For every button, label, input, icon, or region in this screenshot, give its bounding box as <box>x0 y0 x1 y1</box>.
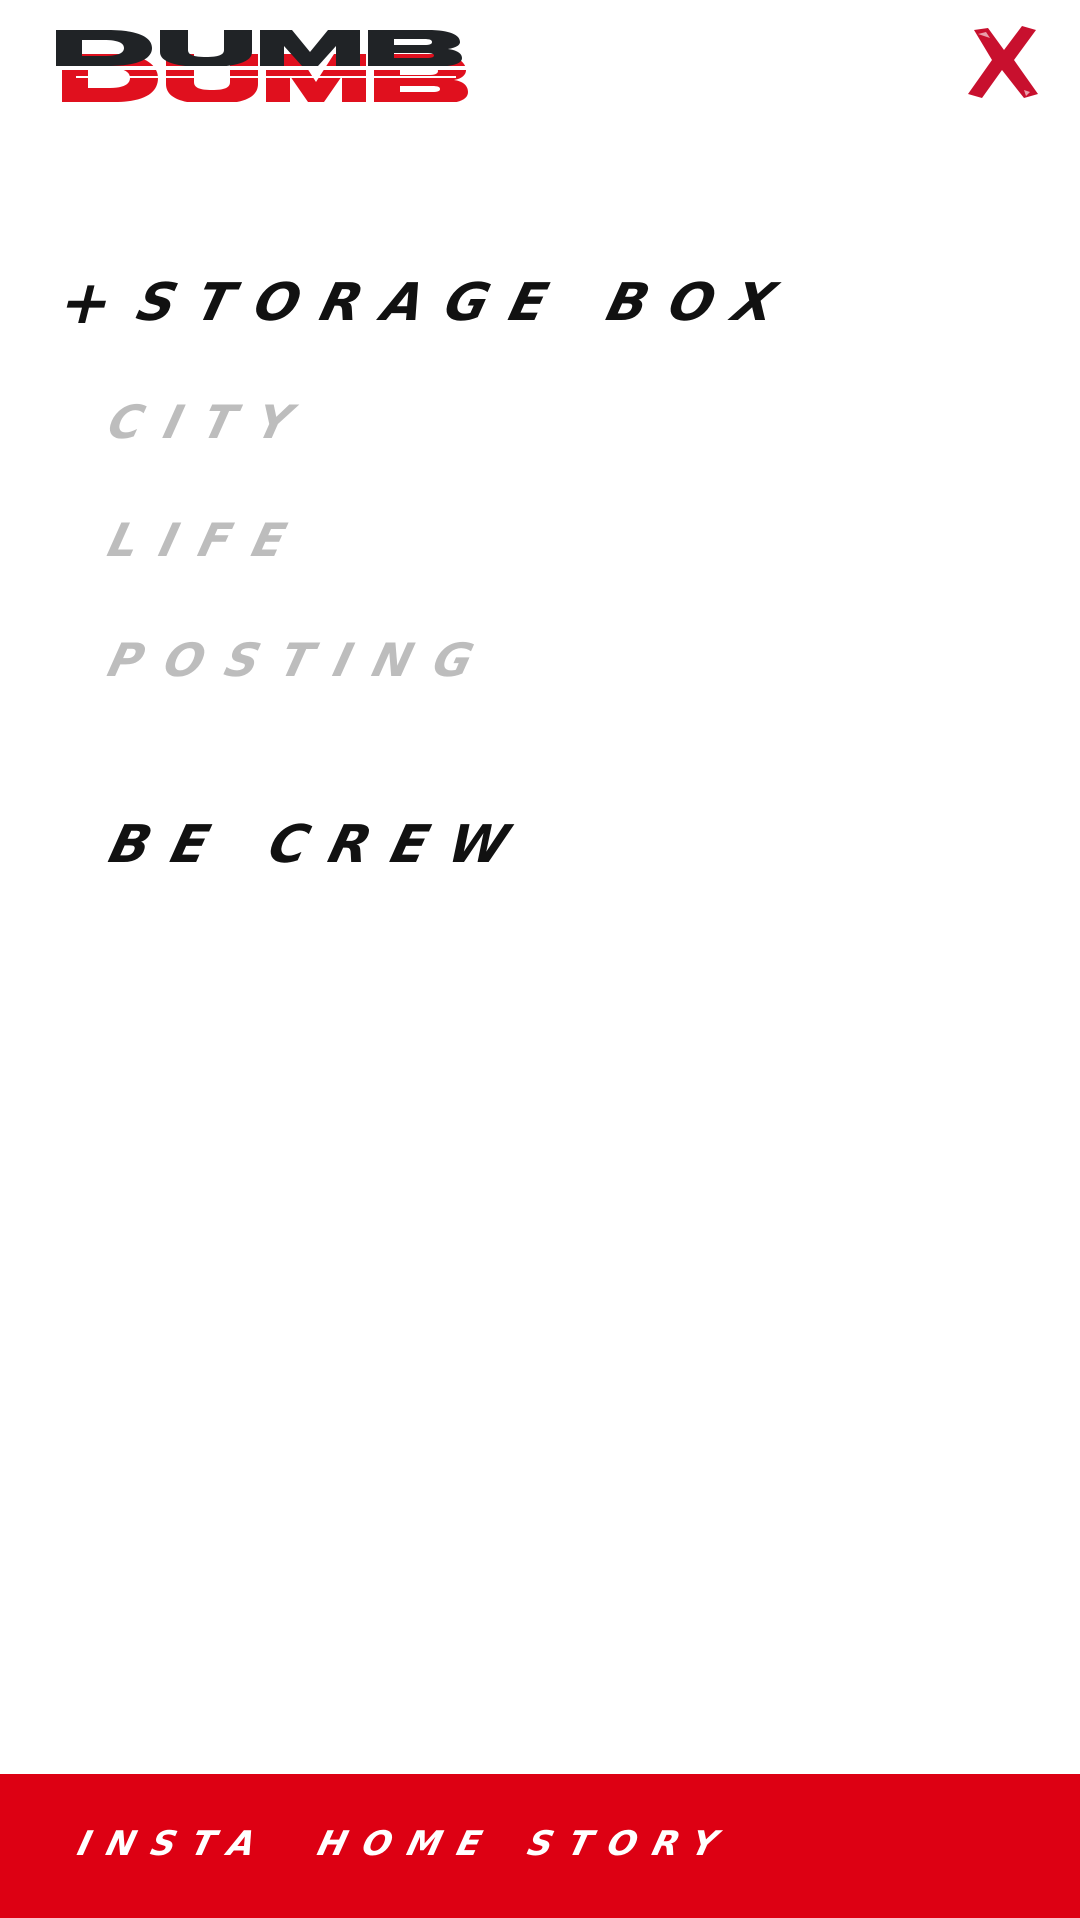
menu-item-be-crew[interactable]: BE CREW <box>102 810 538 880</box>
close-x-icon <box>968 26 1038 98</box>
menu-item-posting[interactable]: POSTING <box>102 630 502 690</box>
bottom-nav-home[interactable]: HOME <box>312 1818 503 1870</box>
bottom-nav-story[interactable]: STORY <box>522 1818 739 1870</box>
menu-section-storage-box[interactable]: + STORAGE BOX <box>52 268 804 338</box>
menu-item-city[interactable]: CITY <box>102 392 321 452</box>
logo-icon <box>56 30 472 102</box>
close-button[interactable] <box>964 24 1040 100</box>
menu-section-label: STORAGE BOX <box>131 273 805 333</box>
brand-logo[interactable] <box>56 26 472 102</box>
plus-icon: + <box>52 268 143 338</box>
menu-page: + STORAGE BOX CITY LIFE POSTING BE CREW … <box>0 0 1080 1918</box>
menu-item-life[interactable]: LIFE <box>102 510 314 570</box>
bottom-nav-insta[interactable]: INSTA <box>72 1818 277 1870</box>
